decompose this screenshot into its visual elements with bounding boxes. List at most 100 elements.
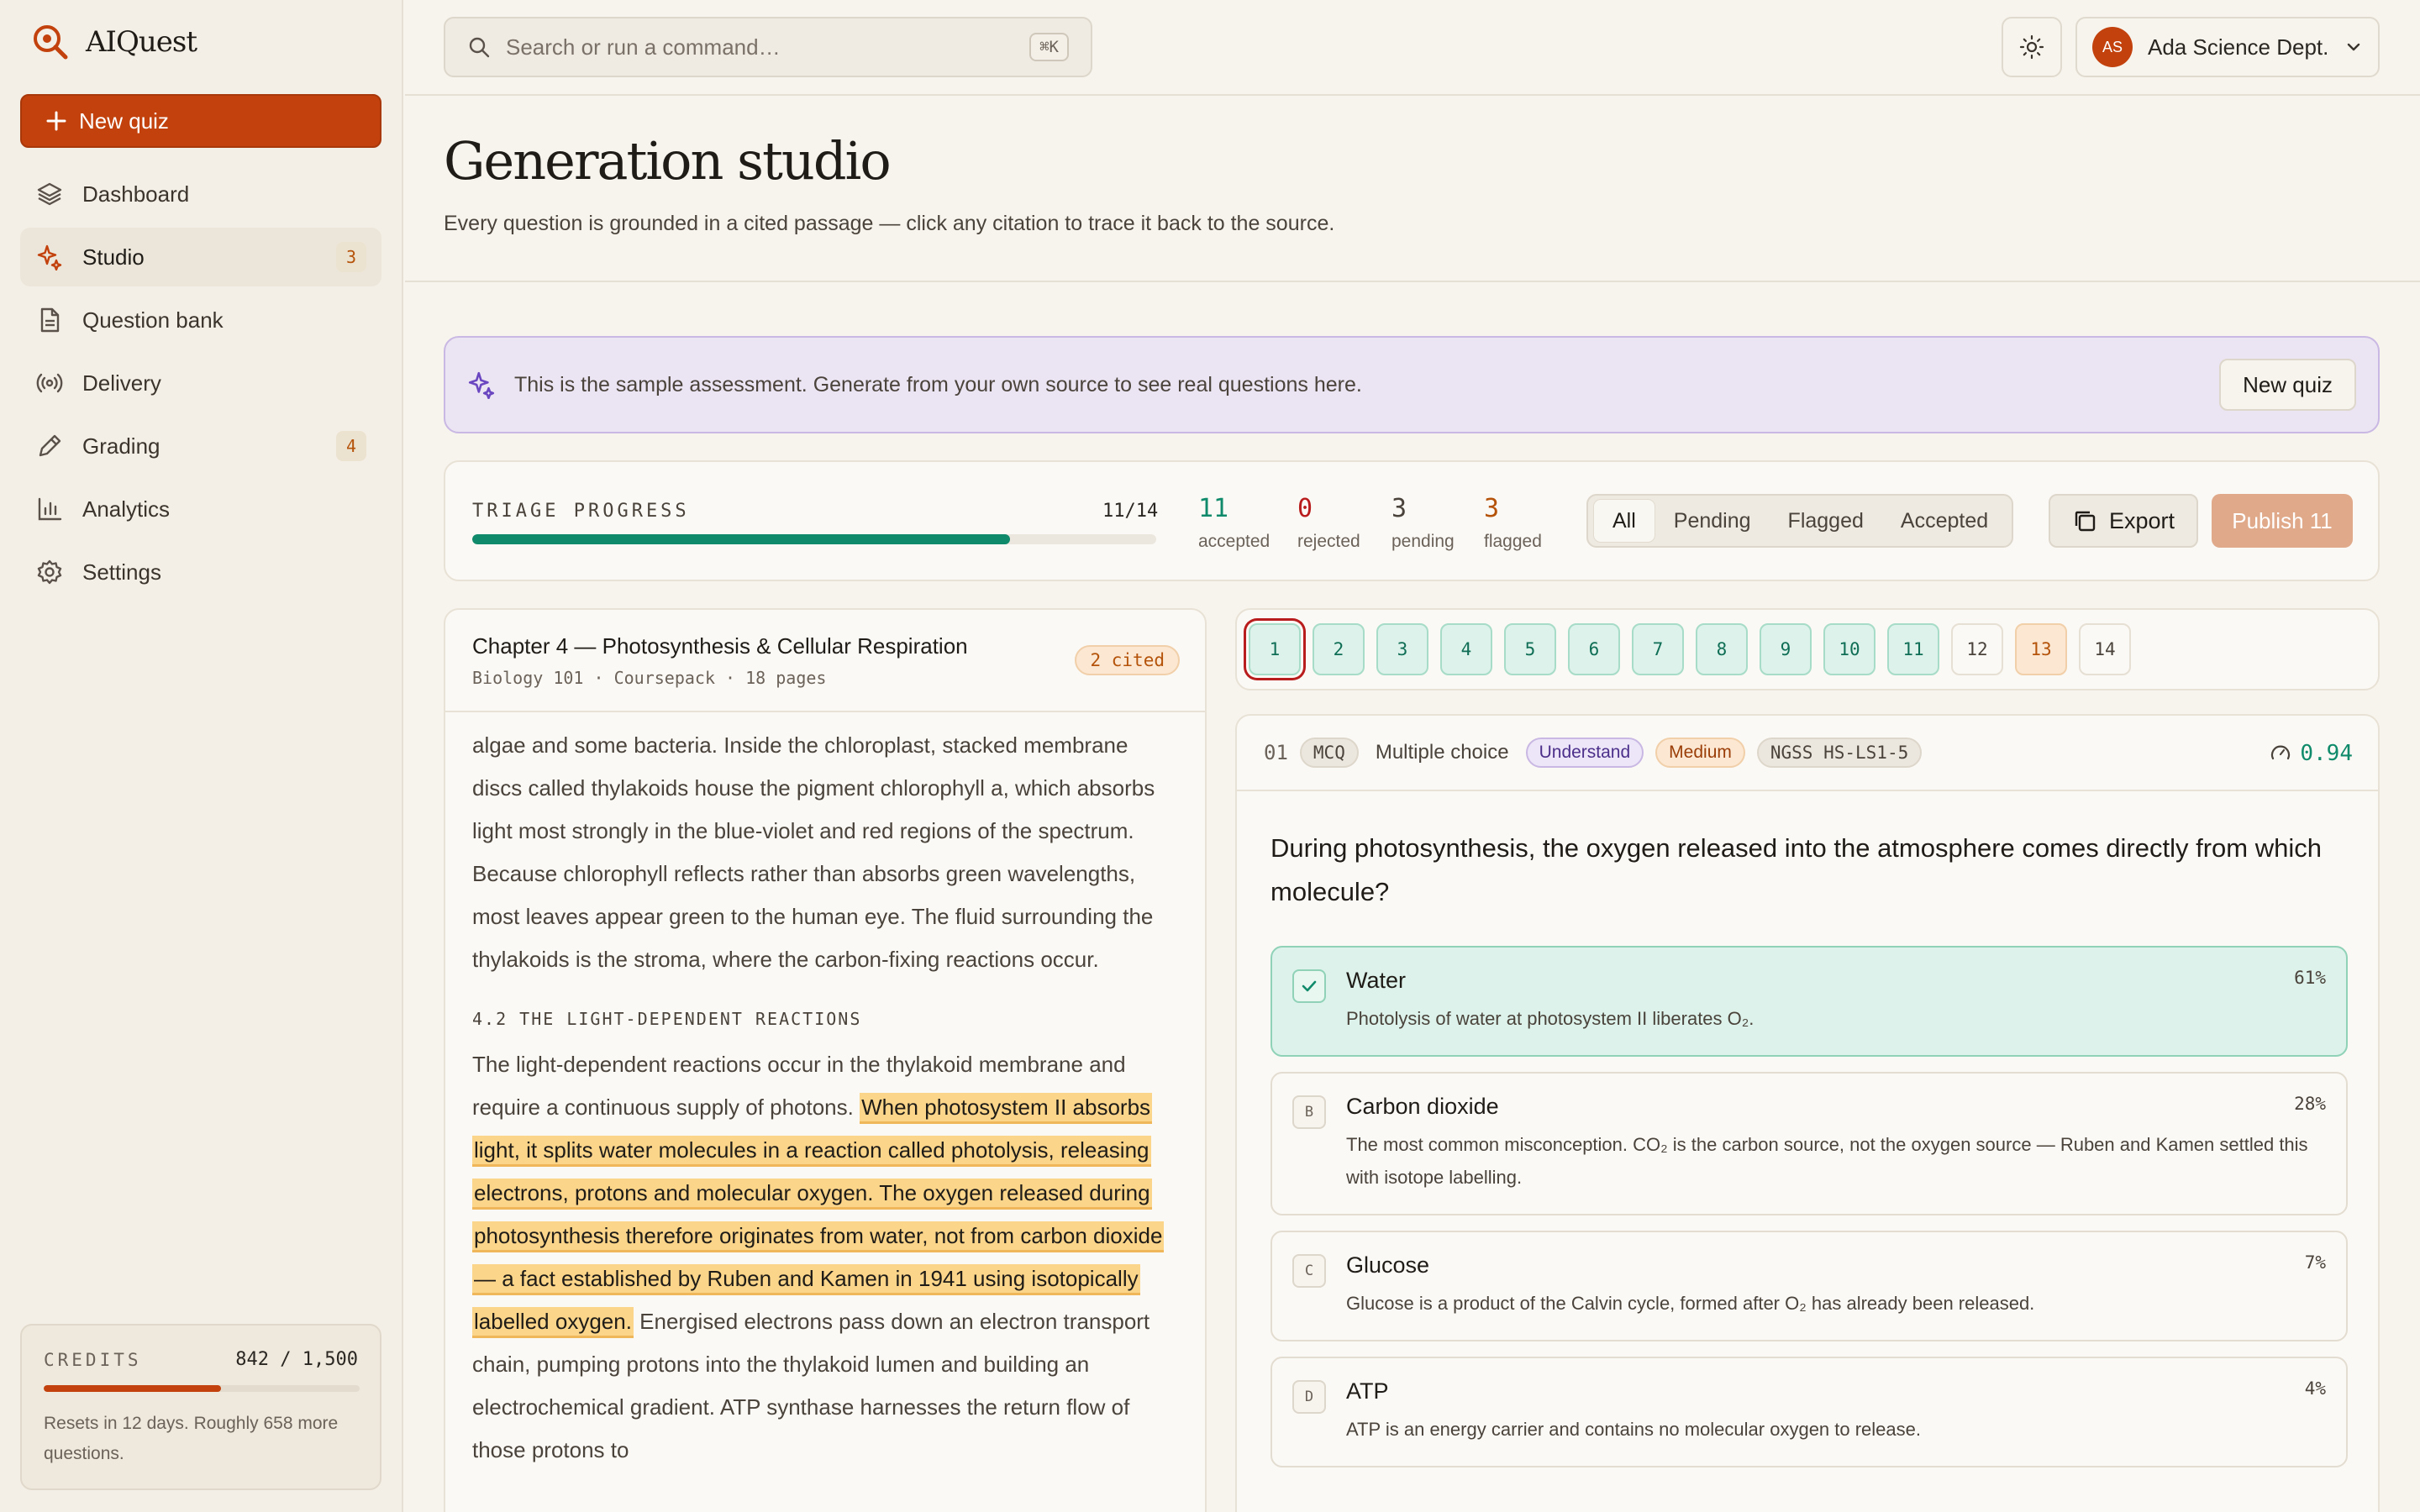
tab-flagged[interactable]: Flagged [1770, 499, 1882, 543]
new-quiz-label: New quiz [79, 108, 169, 134]
tab-all[interactable]: All [1593, 499, 1655, 543]
grading-count-badge: 4 [336, 431, 366, 461]
theme-toggle-button[interactable] [2002, 17, 2062, 77]
brand[interactable]: AIQuest [30, 22, 197, 62]
sidebar-item-label: Delivery [82, 370, 161, 396]
sidebar-item-question-bank[interactable]: Question bank [20, 291, 381, 349]
answer-option-c[interactable]: C Glucose Glucose is a product of the Calv… [1270, 1231, 2348, 1341]
new-quiz-button[interactable]: New quiz [20, 94, 381, 148]
search-icon [469, 37, 490, 58]
option-title: Glucose [1346, 1252, 1430, 1278]
question-chip-12[interactable]: 12 [1951, 623, 2003, 675]
sun-icon [2019, 34, 2044, 60]
sidebar-item-studio[interactable]: Studio 3 [20, 228, 381, 286]
question-chip-3[interactable]: 3 [1376, 623, 1428, 675]
app-name: AIQuest [86, 25, 197, 59]
option-title: ATP [1346, 1378, 1389, 1404]
question-chip-8[interactable]: 8 [1696, 623, 1748, 675]
stat-label: rejected [1297, 532, 1360, 551]
question-chip-9[interactable]: 9 [1760, 623, 1812, 675]
sidebar-item-settings[interactable]: Settings [20, 543, 381, 601]
sidebar-item-label: Analytics [82, 496, 171, 522]
citation-highlight[interactable]: When photosystem II absorbs light, it sp… [472, 1093, 1165, 1338]
sidebar-item-delivery[interactable]: Delivery [20, 354, 381, 412]
avatar: AS [2092, 27, 2133, 67]
triage-progress-bar [472, 534, 1156, 544]
sidebar: AIQuest New quiz Dashboard Studio 3 Ques… [0, 0, 403, 1512]
question-meta: 01 MCQ Multiple choice Understand Medium… [1237, 716, 2378, 791]
plus-icon [46, 111, 66, 131]
cited-badge: 2 cited [1075, 645, 1180, 675]
org-switcher[interactable]: AS Ada Science Dept. [2075, 17, 2380, 77]
broadcast-icon [35, 369, 64, 397]
stat-number: 3 [1392, 494, 1407, 523]
credits-progress-fill [44, 1385, 221, 1392]
bloom-tag: Understand [1525, 738, 1644, 768]
stat-flagged: 3 flagged [1484, 494, 1542, 552]
sidebar-item-grading[interactable]: Grading 4 [20, 417, 381, 475]
credits-label: CREDITS [44, 1349, 142, 1370]
page-subtitle: Every question is grounded in a cited pa… [444, 212, 1335, 235]
stat-number: 11 [1198, 494, 1229, 523]
question-chip-5[interactable]: 5 [1504, 623, 1556, 675]
option-response-share: 28% [2294, 1094, 2326, 1114]
answer-option-d[interactable]: D ATP ATP is an energy carrier and contain… [1270, 1357, 2348, 1467]
question-chip-1[interactable]: 1 [1249, 623, 1301, 675]
banner-text: This is the sample assessment. Generate … [514, 372, 1362, 396]
question-chip-10[interactable]: 10 [1823, 623, 1876, 675]
answer-option-b[interactable]: B Carbon dioxide The most common misconcep… [1270, 1072, 2348, 1215]
question-chip-13[interactable]: 13 [2015, 623, 2067, 675]
stat-accepted: 11 accepted [1198, 494, 1270, 552]
triage-progress-fill [472, 534, 1010, 544]
sparkle-icon [35, 243, 64, 271]
question-chip-7[interactable]: 7 [1632, 623, 1684, 675]
layers-icon [35, 180, 64, 208]
credits-progress-bar [44, 1385, 360, 1392]
sidebar-item-label: Question bank [82, 307, 224, 333]
tab-accepted[interactable]: Accepted [1882, 499, 2007, 543]
stat-pending: 3 pending [1392, 494, 1455, 552]
option-explanation: ATP is an energy carrier and contains no… [1346, 1419, 1921, 1440]
option-response-share: 4% [2304, 1378, 2326, 1399]
question-chip-4[interactable]: 4 [1440, 623, 1492, 675]
search-input[interactable] [506, 34, 1015, 60]
credits-card: CREDITS 842 / 1,500 Resets in 12 days. R… [20, 1324, 381, 1490]
sidebar-item-dashboard[interactable]: Dashboard [20, 165, 381, 223]
source-meta: Biology 101 · Coursepack · 18 pages [472, 668, 827, 688]
banner-new-quiz-button[interactable]: New quiz [2219, 359, 2356, 411]
header-divider [405, 281, 2420, 282]
question-number: 01 [1264, 741, 1288, 764]
option-letter: B [1292, 1095, 1326, 1129]
source-paragraph: The light-dependent reactions occur in t… [472, 1043, 1178, 1472]
stat-rejected: 0 rejected [1297, 494, 1360, 552]
question-navigator: 1 2 3 4 5 6 7 8 9 10 11 12 13 14 [1235, 608, 2380, 690]
question-chip-2[interactable]: 2 [1313, 623, 1365, 675]
option-explanation: The most common misconception. CO₂ is th… [1346, 1134, 2308, 1188]
tab-pending[interactable]: Pending [1655, 499, 1770, 543]
credits-note: Resets in 12 days. Roughly 658 more ques… [44, 1414, 339, 1463]
option-response-share: 61% [2294, 968, 2326, 988]
sidebar-item-label: Grading [82, 433, 160, 459]
question-stem: During photosynthesis, the oxygen releas… [1270, 833, 2322, 906]
option-letter: C [1292, 1254, 1326, 1288]
option-response-share: 7% [2304, 1252, 2326, 1273]
shortcut-hint: ⌘K [1029, 33, 1069, 61]
publish-button[interactable]: Publish 11 [2212, 494, 2353, 548]
credits-value: 842 / 1,500 [235, 1349, 358, 1370]
command-search[interactable]: ⌘K [444, 17, 1092, 77]
triage-panel: TRIAGE PROGRESS 11/14 11 accepted 0 reje… [444, 460, 2380, 581]
answer-options: Water Photolysis of water at photosystem … [1270, 946, 2348, 1483]
sidebar-item-analytics[interactable]: Analytics [20, 480, 381, 538]
question-chip-6[interactable]: 6 [1568, 623, 1620, 675]
source-title: Chapter 4 — Photosynthesis & Cellular Re… [472, 633, 968, 659]
stat-label: accepted [1198, 532, 1270, 551]
question-card: 01 MCQ Multiple choice Understand Medium… [1235, 714, 2380, 1512]
document-icon [35, 306, 64, 334]
stat-label: flagged [1484, 532, 1542, 551]
answer-option-a[interactable]: Water Photolysis of water at photosystem … [1270, 946, 2348, 1057]
difficulty-tag: Medium [1655, 738, 1745, 768]
question-chip-11[interactable]: 11 [1887, 623, 1939, 675]
option-explanation: Glucose is a product of the Calvin cycle… [1346, 1293, 2035, 1314]
export-button[interactable]: Export [2049, 494, 2198, 548]
question-chip-14[interactable]: 14 [2079, 623, 2131, 675]
